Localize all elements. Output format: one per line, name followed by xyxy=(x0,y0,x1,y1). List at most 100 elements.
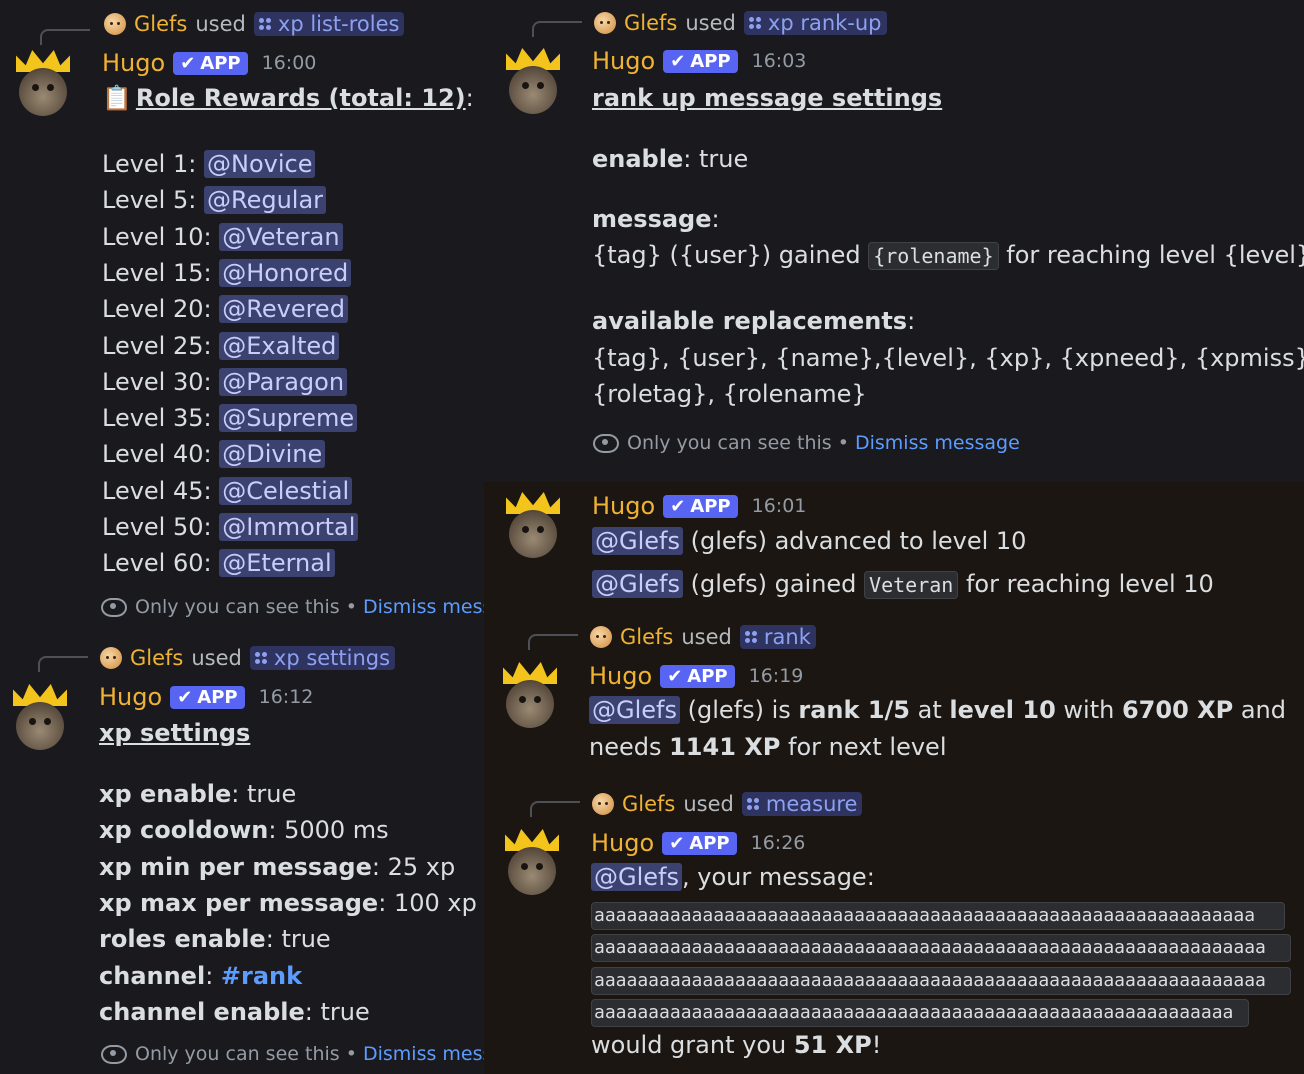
bot-avatar[interactable] xyxy=(502,48,564,118)
invoker-name[interactable]: Glefs xyxy=(624,11,677,35)
role-level-row: Level 40: @Divine xyxy=(102,440,326,469)
role-mention[interactable]: @Eternal xyxy=(219,549,335,578)
app-badge-label: APP xyxy=(200,52,241,74)
app-badge: ✔ APP xyxy=(173,51,248,75)
role-mention[interactable]: @Supreme xyxy=(219,404,358,433)
invoker-name[interactable]: Glefs xyxy=(130,646,183,670)
bot-avatar[interactable] xyxy=(502,492,564,562)
rank-text-5: needs xyxy=(589,733,670,761)
dismiss-message-link[interactable]: Dismiss message xyxy=(855,432,1020,454)
grant-post: ! xyxy=(871,1031,882,1059)
bot-name[interactable]: Hugo xyxy=(99,683,162,711)
role-mention[interactable]: @Paragon xyxy=(219,367,348,396)
user-mention[interactable]: @Glefs xyxy=(591,863,682,891)
only-you-text: Only you can see this xyxy=(135,1043,340,1065)
user-avatar-icon[interactable] xyxy=(100,647,122,669)
used-label: used xyxy=(683,792,734,816)
only-you-text: Only you can see this xyxy=(627,432,832,454)
bot-name[interactable]: Hugo xyxy=(102,49,165,77)
invoker-name[interactable]: Glefs xyxy=(622,792,675,816)
rank-text-3: with xyxy=(1055,696,1122,724)
eye-icon xyxy=(101,597,127,617)
level-label: Level 10: xyxy=(102,222,212,251)
role-mention[interactable]: @Divine xyxy=(219,440,326,469)
bot-avatar[interactable] xyxy=(501,829,563,899)
level-label: Level 5: xyxy=(102,186,197,215)
reply-spine xyxy=(38,656,88,672)
bot-avatar[interactable] xyxy=(9,684,71,754)
slash-command-chip[interactable]: xp list-roles xyxy=(253,12,405,36)
slash-command-chip[interactable]: rank xyxy=(739,625,816,649)
colon: : xyxy=(907,307,916,335)
enable-key: enable xyxy=(592,145,684,173)
reply-spine xyxy=(530,801,580,817)
slash-command-chip[interactable]: xp rank-up xyxy=(743,11,887,35)
role-mention[interactable]: @Celestial xyxy=(219,476,353,505)
timestamp[interactable]: 16:03 xyxy=(752,50,807,72)
timestamp[interactable]: 16:01 xyxy=(752,495,807,517)
slash-command-chip[interactable]: xp settings xyxy=(249,646,396,670)
rank-up-title: rank up message settings xyxy=(592,84,943,112)
role-rewards-title: 📋 Role Rewards (total: 12): xyxy=(102,84,474,112)
timestamp[interactable]: 16:12 xyxy=(259,686,314,708)
command-icon xyxy=(258,18,271,30)
user-avatar-icon[interactable] xyxy=(592,793,614,815)
gained-pre: (glefs) gained xyxy=(682,570,865,598)
user-mention[interactable]: @Glefs xyxy=(592,570,683,598)
measured-message-code: aaaaaaaaaaaaaaaaaaaaaaaaaaaaaaaaaaaaaaaa… xyxy=(591,967,1291,995)
bot-name[interactable]: Hugo xyxy=(592,47,655,75)
template-pre: {tag} ({user}) gained xyxy=(592,241,869,269)
role-mention[interactable]: @Honored xyxy=(219,258,352,287)
ephemeral-note: Only you can see this • Dismiss message xyxy=(593,432,1020,454)
app-badge-label: APP xyxy=(687,665,728,687)
invoker-name[interactable]: Glefs xyxy=(620,625,673,649)
role-mention[interactable]: @Regular xyxy=(203,186,327,215)
bot-avatar[interactable] xyxy=(12,50,74,120)
cat-face-icon xyxy=(508,847,556,895)
ephemeral-note: Only you can see this • Dismiss message xyxy=(101,1043,528,1065)
measure-result: would grant you 51 XP! xyxy=(591,1031,881,1059)
setting-sep: : xyxy=(268,816,285,845)
slash-command-chip[interactable]: measure xyxy=(741,792,863,816)
only-you-text: Only you can see this xyxy=(135,596,340,618)
user-avatar-icon[interactable] xyxy=(594,12,616,34)
used-label: used xyxy=(191,646,242,670)
ephemeral-note: Only you can see this • Dismiss message xyxy=(101,596,528,618)
message-header: Hugo ✔ APP 16:26 xyxy=(591,829,805,857)
bot-name[interactable]: Hugo xyxy=(589,662,652,690)
role-mention[interactable]: @Veteran xyxy=(219,222,343,251)
reply-spine xyxy=(532,21,582,37)
user-mention[interactable]: @Glefs xyxy=(589,696,680,724)
setting-row: channel enable: true xyxy=(99,998,370,1026)
role-mention[interactable]: @Novice xyxy=(203,150,316,178)
command-icon xyxy=(748,17,761,29)
user-avatar-icon[interactable] xyxy=(590,626,612,648)
role-mention[interactable]: @Revered xyxy=(219,295,348,324)
bot-name[interactable]: Hugo xyxy=(592,492,655,520)
setting-value: 5000 ms xyxy=(284,816,389,845)
channel-link[interactable]: #rank xyxy=(221,962,302,990)
level-label: Level 1: xyxy=(102,150,197,178)
setting-key: xp cooldown xyxy=(99,816,269,845)
setting-row: xp cooldown: 5000 ms xyxy=(99,816,389,844)
command-invocation: Glefs used xp rank-up xyxy=(594,8,887,38)
channel-messages: Hugo ✔ APP 16:01 @Glefs (glefs) advanced … xyxy=(484,482,1304,1074)
bot-avatar[interactable] xyxy=(499,662,561,732)
timestamp[interactable]: 16:26 xyxy=(751,832,806,854)
message-header: Hugo ✔ APP 16:00 xyxy=(102,49,316,77)
role-mention[interactable]: @Immortal xyxy=(219,513,359,541)
role-mention[interactable]: @Exalted xyxy=(219,331,340,360)
message-template: {tag} ({user}) gained {rolename} for rea… xyxy=(592,241,1304,270)
colon: : xyxy=(711,205,720,233)
level-up-text: (glefs) advanced to level 10 xyxy=(682,527,1027,555)
user-mention[interactable]: @Glefs xyxy=(592,527,683,555)
command-icon xyxy=(746,798,759,810)
user-avatar-icon[interactable] xyxy=(104,13,126,35)
timestamp[interactable]: 16:19 xyxy=(749,665,804,687)
message-header: Hugo ✔ APP 16:03 xyxy=(592,47,806,75)
bot-name[interactable]: Hugo xyxy=(591,829,654,857)
rank-text-6: for next level xyxy=(780,733,947,761)
timestamp[interactable]: 16:00 xyxy=(262,52,317,74)
setting-row: channel: #rank xyxy=(99,962,302,990)
invoker-name[interactable]: Glefs xyxy=(134,12,187,36)
